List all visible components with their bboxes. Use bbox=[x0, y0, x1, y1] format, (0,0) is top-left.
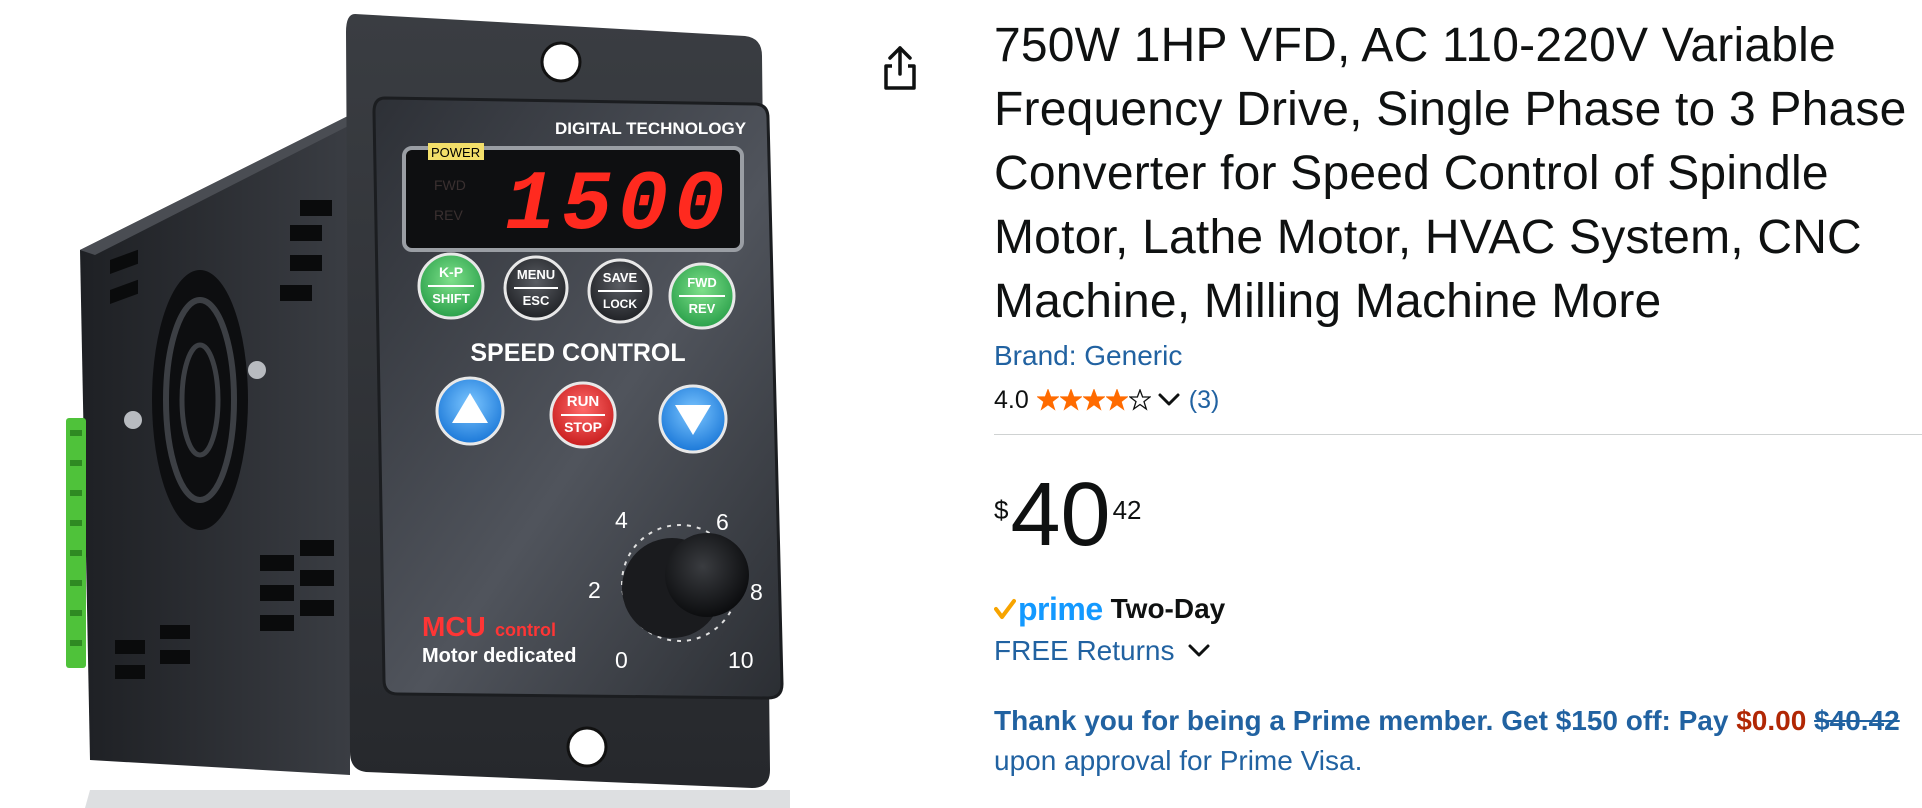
price-fraction: 42 bbox=[1112, 495, 1142, 525]
brand-link[interactable]: Brand: Generic bbox=[994, 336, 1182, 376]
fwd-rev-button[interactable]: FWD REV bbox=[668, 262, 736, 330]
promo-text: Thank you for being a Prime member. Get … bbox=[994, 705, 1729, 736]
svg-text:K-P: K-P bbox=[439, 264, 463, 280]
svg-text:0: 0 bbox=[615, 647, 628, 673]
star-icon bbox=[1082, 389, 1105, 411]
svg-text:SAVE: SAVE bbox=[603, 270, 638, 285]
save-lock-button[interactable]: SAVE LOCK bbox=[587, 258, 653, 324]
free-returns-label: FREE Returns bbox=[994, 635, 1175, 666]
menu-esc-button[interactable]: MENU ESC bbox=[503, 255, 569, 321]
free-returns[interactable]: FREE Returns bbox=[994, 631, 1922, 671]
svg-text:ESC: ESC bbox=[523, 293, 550, 308]
star-icon bbox=[1059, 389, 1082, 411]
section-divider bbox=[994, 434, 1922, 435]
promo-pay-amount: $0.00 bbox=[1736, 705, 1807, 736]
star-icon bbox=[1105, 389, 1128, 411]
product-info: 750W 1HP VFD, AC 110-220V Variable Frequ… bbox=[994, 14, 1922, 781]
svg-text:4: 4 bbox=[615, 507, 628, 533]
star-icon bbox=[1128, 389, 1151, 411]
digital-technology-label: DIGITAL TECHNOLOGY bbox=[555, 119, 747, 138]
product-title: 750W 1HP VFD, AC 110-220V Variable Frequ… bbox=[994, 19, 1907, 328]
review-count-link[interactable]: (3) bbox=[1189, 386, 1220, 415]
star-icon bbox=[1036, 389, 1059, 411]
promo-approval-text: upon approval for Prime Visa. bbox=[994, 745, 1363, 776]
promo-original-price: $40.42 bbox=[1814, 705, 1900, 736]
prime-logo: prime bbox=[1018, 590, 1103, 627]
star-rating[interactable] bbox=[1036, 389, 1151, 411]
svg-text:6: 6 bbox=[716, 509, 729, 535]
control-label: control bbox=[495, 620, 556, 640]
svg-text:10: 10 bbox=[728, 647, 754, 673]
speed-control-label: SPEED CONTROL bbox=[470, 339, 685, 367]
svg-text:FWD: FWD bbox=[687, 275, 717, 290]
rev-indicator-label: REV bbox=[434, 207, 463, 223]
price-whole: 40 bbox=[1010, 465, 1111, 565]
mcu-label: MCU bbox=[422, 611, 486, 642]
svg-text:SHIFT: SHIFT bbox=[432, 291, 470, 306]
prime-check-icon bbox=[994, 599, 1016, 619]
svg-text:STOP: STOP bbox=[564, 419, 602, 435]
product-image[interactable]: DIGITAL TECHNOLOGY POWER FWD REV 1500 K-… bbox=[0, 0, 810, 808]
svg-text:8: 8 bbox=[750, 579, 763, 605]
svg-text:MENU: MENU bbox=[517, 267, 555, 282]
shipping-speed: Two-Day bbox=[1110, 593, 1226, 624]
up-arrow-button[interactable] bbox=[435, 376, 505, 446]
prime-visa-promo[interactable]: Thank you for being a Prime member. Get … bbox=[994, 701, 1922, 781]
chevron-down-icon bbox=[1188, 644, 1209, 657]
motor-dedicated-label: Motor dedicated bbox=[422, 645, 576, 667]
svg-text:RUN: RUN bbox=[567, 393, 600, 410]
svg-text:2: 2 bbox=[588, 577, 601, 603]
fwd-indicator-label: FWD bbox=[434, 177, 466, 193]
share-icon bbox=[884, 46, 916, 90]
price-symbol: $ bbox=[994, 495, 1009, 525]
kp-shift-button[interactable]: K-P SHIFT bbox=[417, 252, 485, 320]
rating-row: 4.0 (3) bbox=[994, 380, 1922, 420]
down-arrow-button[interactable] bbox=[658, 384, 728, 454]
chevron-down-icon bbox=[1158, 393, 1180, 406]
rating-value: 4.0 bbox=[994, 385, 1029, 414]
power-indicator-label: POWER bbox=[431, 145, 480, 160]
speed-display-readout: 1500 bbox=[505, 159, 731, 254]
price: $ 40 42 bbox=[994, 465, 1922, 565]
rating-dropdown[interactable] bbox=[1157, 391, 1181, 409]
svg-text:LOCK: LOCK bbox=[603, 297, 637, 311]
share-button[interactable] bbox=[878, 44, 922, 94]
prime-shipping: prime Two-Day bbox=[994, 589, 1922, 629]
svg-text:REV: REV bbox=[689, 301, 716, 316]
run-stop-button[interactable]: RUN STOP bbox=[549, 381, 617, 449]
